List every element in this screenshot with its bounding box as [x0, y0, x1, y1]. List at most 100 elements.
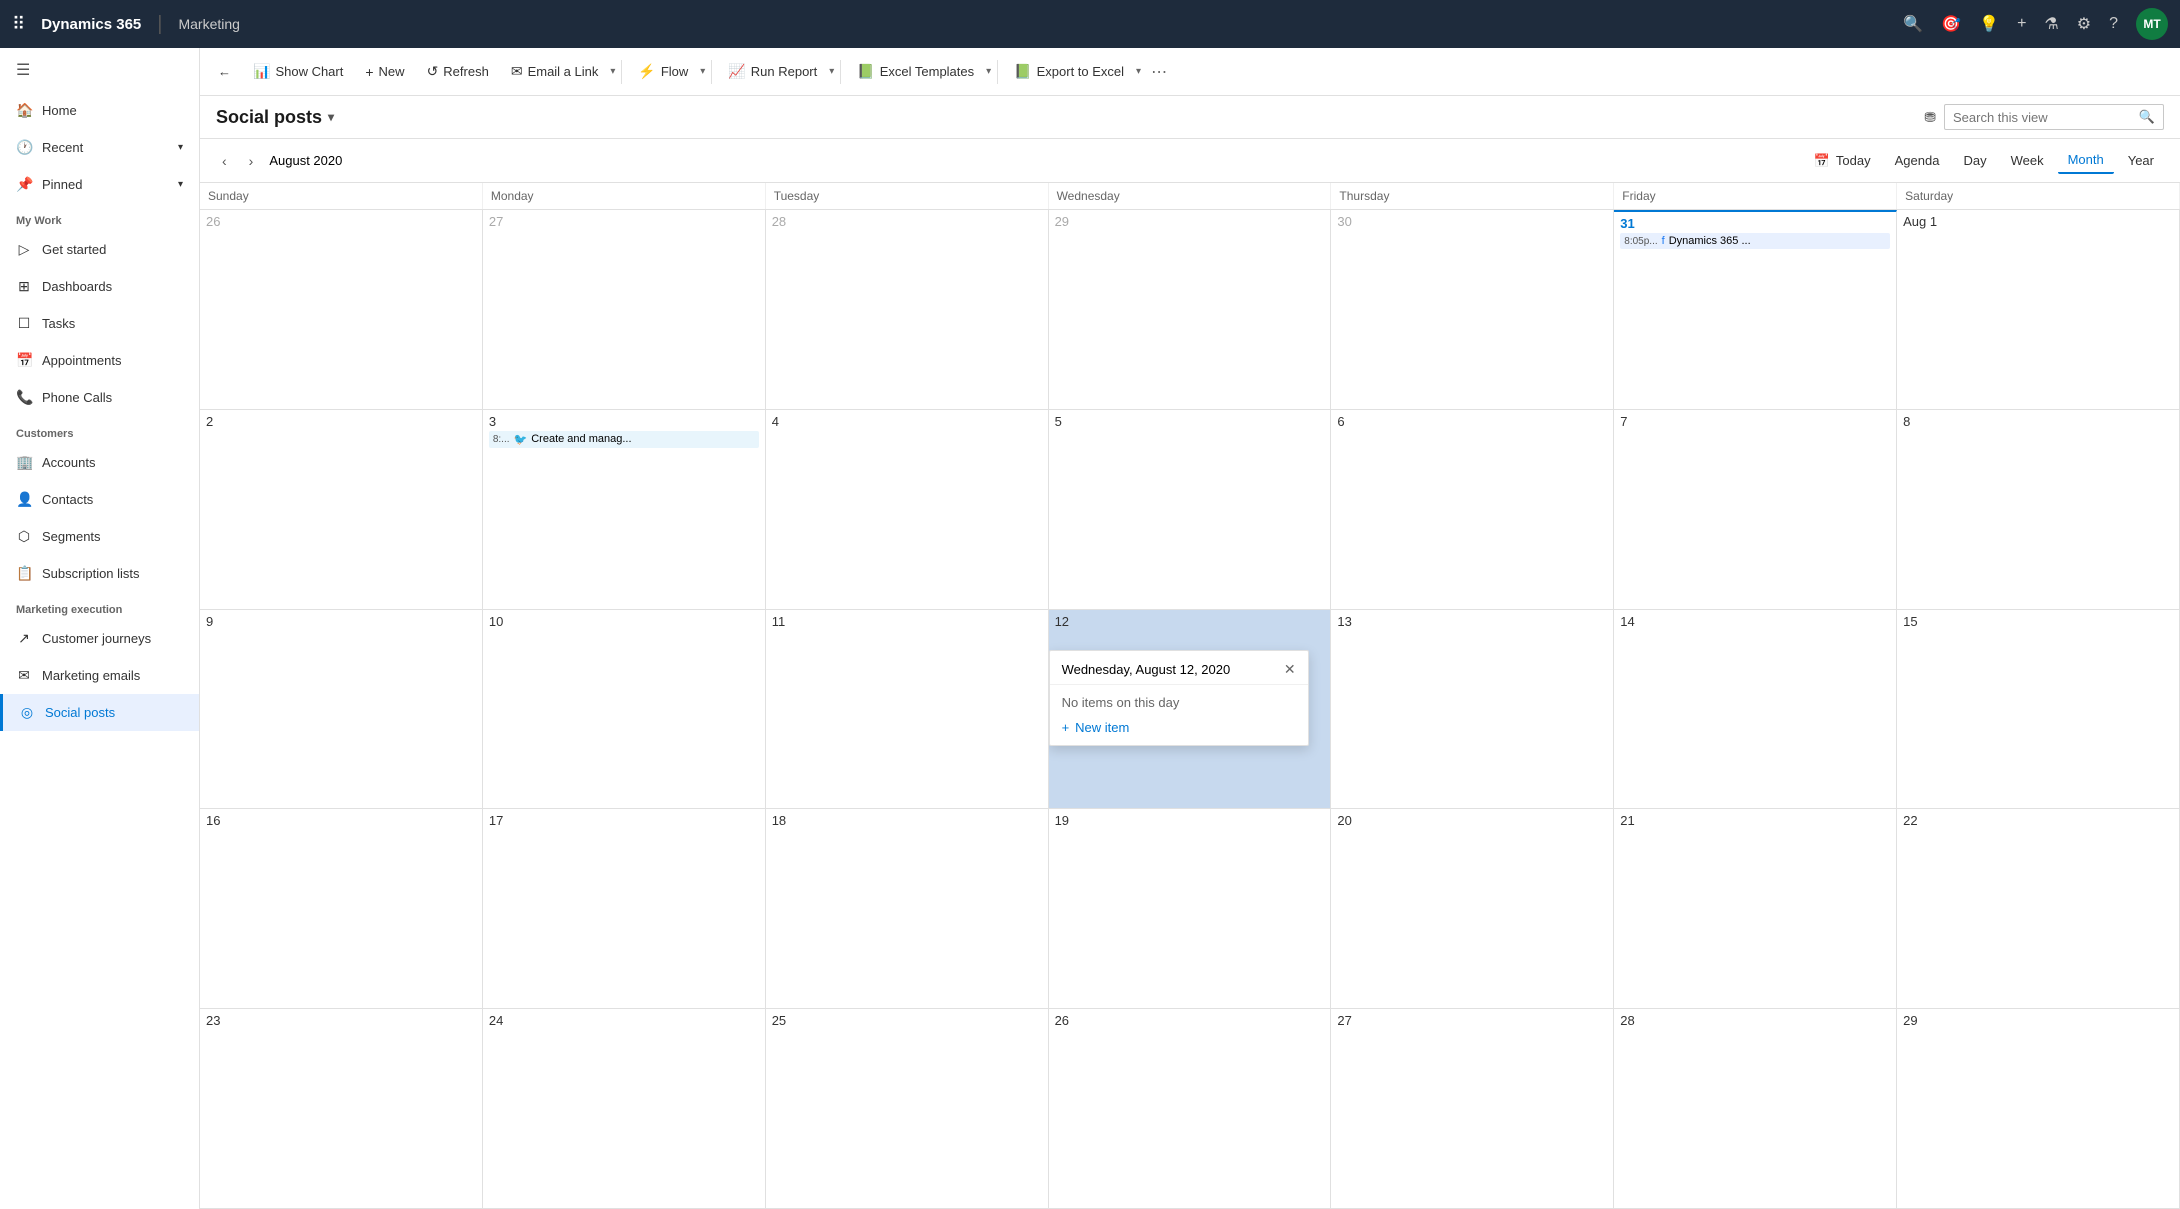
year-view-button[interactable]: Year [2118, 148, 2164, 173]
waffle-icon[interactable]: ⠿ [12, 14, 25, 35]
cal-day-24[interactable]: 24 [483, 1009, 766, 1208]
sidebar-item-customer-journeys[interactable]: ↗ Customer journeys [0, 620, 199, 657]
cal-day-5[interactable]: 5 [1049, 410, 1332, 609]
cal-day-19[interactable]: 19 [1049, 809, 1332, 1008]
sidebar-toggle[interactable]: ☰ [0, 48, 199, 92]
cal-day-31-jul[interactable]: 31 8:05p... f Dynamics 365 ... [1614, 210, 1897, 409]
date-label: 3 [489, 414, 496, 429]
month-view-button[interactable]: Month [2058, 147, 2114, 174]
refresh-button[interactable]: ↺ Refresh [417, 57, 499, 86]
next-month-button[interactable]: › [243, 149, 260, 173]
help-icon[interactable]: ? [2109, 15, 2118, 33]
cal-day-8[interactable]: 8 [1897, 410, 2180, 609]
more-options-icon[interactable]: ⋯ [1143, 56, 1175, 88]
sidebar-item-marketing-emails[interactable]: ✉ Marketing emails [0, 657, 199, 694]
cal-day-17[interactable]: 17 [483, 809, 766, 1008]
calendar-event-fb[interactable]: 8:05p... f Dynamics 365 ... [1620, 233, 1890, 249]
cal-day-27[interactable]: 27 [1331, 1009, 1614, 1208]
sidebar-item-recent[interactable]: 🕐 Recent ▾ [0, 129, 199, 166]
export-excel-button[interactable]: 📗 Export to Excel [1004, 57, 1134, 86]
lightbulb-icon[interactable]: 💡 [1979, 14, 1999, 34]
cal-day-28-jul[interactable]: 28 [766, 210, 1049, 409]
popup-body: No items on this day + New item [1050, 685, 1308, 745]
run-report-button[interactable]: 📈 Run Report [718, 57, 827, 86]
cal-day-16[interactable]: 16 [200, 809, 483, 1008]
settings-icon[interactable]: ⚙ [2077, 14, 2091, 34]
back-icon: ← [218, 64, 231, 79]
popup-close-button[interactable]: ✕ [1284, 661, 1296, 678]
prev-month-button[interactable]: ‹ [216, 149, 233, 173]
search-input[interactable] [1953, 110, 2133, 125]
date-label: 9 [206, 614, 213, 629]
cal-day-18[interactable]: 18 [766, 809, 1049, 1008]
cal-day-4[interactable]: 4 [766, 410, 1049, 609]
filter-icon[interactable]: ⚗ [2044, 14, 2058, 34]
cal-day-30-jul[interactable]: 30 [1331, 210, 1614, 409]
cal-day-1-aug[interactable]: Aug 1 [1897, 210, 2180, 409]
cal-day-26-jul[interactable]: 26 [200, 210, 483, 409]
avatar[interactable]: MT [2136, 8, 2168, 40]
sidebar-item-get-started[interactable]: ▷ Get started [0, 231, 199, 268]
cal-day-14[interactable]: 14 [1614, 610, 1897, 809]
day-view-button[interactable]: Day [1953, 148, 1996, 173]
advanced-filter-icon[interactable]: ⛃ [1924, 109, 1936, 126]
cal-day-11[interactable]: 11 [766, 610, 1049, 809]
sidebar-item-home[interactable]: 🏠 Home [0, 92, 199, 129]
content-area: ← 📊 Show Chart + New ↺ Refresh ✉ Email a… [200, 48, 2180, 1209]
excel-templates-button[interactable]: 📗 Excel Templates [847, 57, 984, 86]
cal-day-22[interactable]: 22 [1897, 809, 2180, 1008]
sidebar-item-pinned[interactable]: 📌 Pinned ▾ [0, 166, 199, 203]
cal-day-20[interactable]: 20 [1331, 809, 1614, 1008]
add-icon[interactable]: + [2017, 15, 2026, 33]
flow-button[interactable]: ⚡ Flow [628, 57, 698, 86]
search-icon[interactable]: 🔍 [1903, 14, 1923, 34]
cal-day-10[interactable]: 10 [483, 610, 766, 809]
sidebar-item-dashboards[interactable]: ⊞ Dashboards [0, 268, 199, 305]
email-link-dropdown-icon[interactable]: ▾ [610, 66, 615, 77]
cal-day-27-jul[interactable]: 27 [483, 210, 766, 409]
sidebar-item-social-posts[interactable]: ◎ Social posts [0, 694, 199, 731]
cal-day-28[interactable]: 28 [1614, 1009, 1897, 1208]
sidebar-item-segments[interactable]: ⬡ Segments [0, 518, 199, 555]
flow-dropdown-icon[interactable]: ▾ [700, 66, 705, 77]
date-label: 29 [1055, 214, 1069, 229]
view-title[interactable]: Social posts ▾ [216, 107, 334, 128]
sidebar-item-subscription-lists[interactable]: 📋 Subscription lists [0, 555, 199, 592]
cal-day-7[interactable]: 7 [1614, 410, 1897, 609]
sidebar-item-accounts[interactable]: 🏢 Accounts [0, 444, 199, 481]
tasks-icon: ☐ [16, 315, 32, 332]
cal-day-29-jul[interactable]: 29 [1049, 210, 1332, 409]
cal-day-9[interactable]: 9 [200, 610, 483, 809]
cal-day-6[interactable]: 6 [1331, 410, 1614, 609]
cal-day-12[interactable]: 12 Wednesday, August 12, 2020 ✕ No items… [1049, 610, 1332, 809]
show-chart-button[interactable]: 📊 Show Chart [243, 57, 353, 86]
popup-new-item-button[interactable]: + New item [1062, 720, 1130, 735]
email-link-button[interactable]: ✉ Email a Link [501, 57, 609, 86]
calendar-event-tw[interactable]: 8:... 🐦 Create and manag... [489, 431, 759, 448]
sidebar-item-get-started-label: Get started [42, 242, 106, 257]
cal-day-29[interactable]: 29 [1897, 1009, 2180, 1208]
week-view-button[interactable]: Week [2001, 148, 2054, 173]
sidebar-item-appointments[interactable]: 📅 Appointments [0, 342, 199, 379]
cal-day-26[interactable]: 26 [1049, 1009, 1332, 1208]
cal-day-3[interactable]: 3 8:... 🐦 Create and manag... [483, 410, 766, 609]
cal-day-23[interactable]: 23 [200, 1009, 483, 1208]
cal-day-21[interactable]: 21 [1614, 809, 1897, 1008]
export-excel-dropdown-icon[interactable]: ▾ [1136, 66, 1141, 77]
run-report-dropdown-icon[interactable]: ▾ [829, 66, 834, 77]
cal-day-13[interactable]: 13 [1331, 610, 1614, 809]
date-label: 21 [1620, 813, 1634, 828]
cal-day-15[interactable]: 15 [1897, 610, 2180, 809]
date-label: 16 [206, 813, 220, 828]
cal-day-2[interactable]: 2 [200, 410, 483, 609]
sidebar-item-phone-calls[interactable]: 📞 Phone Calls [0, 379, 199, 416]
agenda-view-button[interactable]: Agenda [1885, 148, 1950, 173]
cal-day-25[interactable]: 25 [766, 1009, 1049, 1208]
excel-templates-dropdown-icon[interactable]: ▾ [986, 66, 991, 77]
target-icon[interactable]: 🎯 [1941, 14, 1961, 34]
sidebar-item-tasks[interactable]: ☐ Tasks [0, 305, 199, 342]
new-button[interactable]: + New [355, 58, 414, 86]
back-button[interactable]: ← [208, 58, 241, 85]
today-button[interactable]: 📅 Today [1804, 148, 1881, 174]
sidebar-item-contacts[interactable]: 👤 Contacts [0, 481, 199, 518]
